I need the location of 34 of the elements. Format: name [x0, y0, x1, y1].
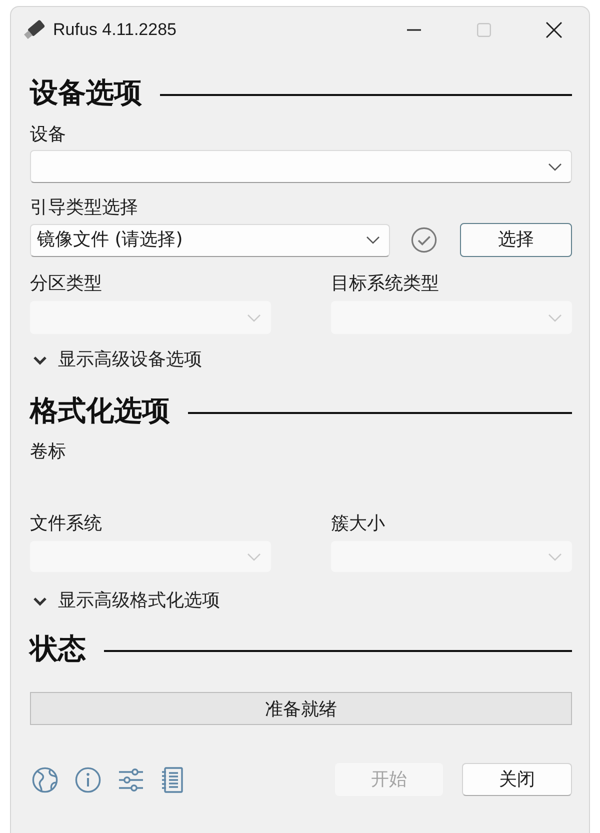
close-button[interactable]: 关闭: [462, 763, 572, 796]
field-label: 卷标: [30, 441, 67, 463]
field-label: 引导类型选择: [30, 197, 139, 219]
device-dropdown[interactable]: [30, 150, 572, 183]
notebook-icon[interactable]: [161, 766, 183, 792]
field-label: 目标系统类型: [331, 273, 440, 295]
field-label: 设备: [30, 124, 67, 146]
chevron-down-icon: [247, 552, 261, 560]
section-heading: 格式化选项: [30, 393, 170, 429]
minimize-icon[interactable]: [407, 29, 421, 31]
advanced-format-options-toggle[interactable]: 显示高级格式化选项: [30, 590, 220, 612]
chevron-down-icon: [548, 552, 562, 560]
chevron-down-icon: [548, 162, 562, 170]
close-icon[interactable]: [546, 22, 562, 38]
advanced-device-options-toggle[interactable]: 显示高级设备选项: [30, 349, 202, 371]
field-label: 文件系统: [30, 513, 103, 535]
globe-icon[interactable]: [32, 766, 58, 792]
section-heading: 设备选项: [30, 75, 142, 111]
status-bar: 准备就绪: [30, 692, 572, 725]
chevron-down-icon: [33, 356, 47, 364]
window-title: Rufus 4.11.2285: [53, 19, 176, 41]
select-button[interactable]: 选择: [460, 223, 572, 257]
check-circle-icon[interactable]: [411, 227, 437, 253]
boot-selection-dropdown[interactable]: 镜像文件 (请选择): [30, 224, 390, 256]
chevron-down-icon: [548, 314, 562, 322]
info-icon[interactable]: [75, 766, 101, 792]
field-label: 分区类型: [30, 273, 103, 295]
field-label: 簇大小: [331, 513, 386, 535]
usb-stick-icon: [22, 18, 46, 42]
chevron-down-icon: [247, 314, 261, 322]
chevron-down-icon: [33, 596, 47, 606]
chevron-down-icon: [366, 236, 380, 244]
section-heading: 状态: [30, 631, 86, 667]
settings-sliders-icon[interactable]: [118, 768, 144, 792]
